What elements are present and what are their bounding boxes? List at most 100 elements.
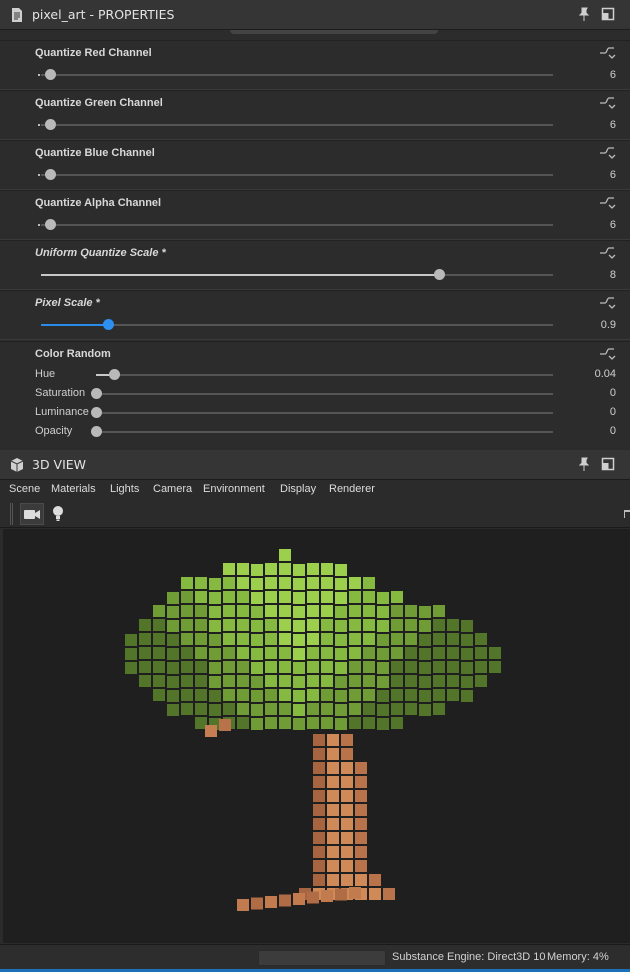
voxel-cube xyxy=(313,874,325,886)
param-slider[interactable] xyxy=(38,69,553,80)
voxel-cube xyxy=(363,717,375,729)
slider-handle[interactable] xyxy=(109,369,121,380)
voxel-cube xyxy=(327,818,339,830)
color-random-slider[interactable] xyxy=(91,388,553,399)
voxel-cube xyxy=(223,591,235,603)
menu-lights[interactable]: Lights xyxy=(110,483,139,495)
menu-scene[interactable]: Scene xyxy=(9,483,40,495)
voxel-cube xyxy=(377,676,389,688)
voxel-cube xyxy=(391,633,403,645)
pixel-art-tree-render xyxy=(125,549,501,911)
light-button[interactable] xyxy=(47,503,71,525)
slider-handle[interactable] xyxy=(45,169,56,180)
voxel-cube xyxy=(237,675,249,687)
voxel-cube xyxy=(307,605,319,617)
param-slider[interactable] xyxy=(38,119,553,130)
voxel-cube xyxy=(279,563,291,575)
voxel-cube xyxy=(237,619,249,631)
reset-icon[interactable] xyxy=(598,347,616,361)
voxel-cube xyxy=(167,634,179,646)
camera-button[interactable] xyxy=(20,503,44,525)
voxel-cube xyxy=(363,675,375,687)
voxel-cube xyxy=(237,689,249,701)
slider-handle[interactable] xyxy=(91,407,102,418)
color-random-row-value[interactable]: 0 xyxy=(610,406,616,418)
color-random-slider[interactable] xyxy=(96,369,553,380)
param-value[interactable]: 0.9 xyxy=(601,319,616,331)
color-random-slider[interactable] xyxy=(91,407,553,418)
color-random-row: Saturation 0 xyxy=(0,385,630,403)
slider-handle[interactable] xyxy=(45,219,56,230)
color-random-row-value[interactable]: 0 xyxy=(610,387,616,399)
toolbar-overflow[interactable] xyxy=(624,510,630,518)
voxel-cube xyxy=(327,748,339,760)
menu-renderer[interactable]: Renderer xyxy=(329,483,375,495)
param-slider[interactable] xyxy=(38,219,553,230)
voxel-cube xyxy=(461,634,473,646)
menu-camera[interactable]: Camera xyxy=(153,483,192,495)
slider-handle[interactable] xyxy=(433,269,445,280)
reset-icon[interactable] xyxy=(598,146,616,160)
voxel-cube xyxy=(355,762,367,774)
voxel-cube xyxy=(419,704,431,716)
slider-handle[interactable] xyxy=(45,69,56,80)
voxel-cube xyxy=(327,832,339,844)
reset-icon[interactable] xyxy=(598,46,616,60)
toolbar-grip[interactable] xyxy=(10,503,13,525)
maximize-icon[interactable] xyxy=(600,456,616,472)
reset-icon[interactable] xyxy=(598,196,616,210)
pin-icon[interactable] xyxy=(576,456,592,472)
color-random-row-value[interactable]: 0.04 xyxy=(595,368,616,380)
param-value[interactable]: 6 xyxy=(610,169,616,181)
voxel-cube xyxy=(209,592,221,604)
voxel-cube xyxy=(349,703,361,715)
voxel-cube xyxy=(223,675,235,687)
menu-environment[interactable]: Environment xyxy=(203,483,265,495)
param-row: Quantize Alpha Channel 6 xyxy=(0,190,630,240)
color-random-slider[interactable] xyxy=(91,426,553,437)
maximize-icon[interactable] xyxy=(600,6,616,22)
voxel-cube xyxy=(237,899,249,911)
voxel-cube xyxy=(313,832,325,844)
param-slider[interactable] xyxy=(38,169,553,180)
voxel-cube xyxy=(321,689,333,701)
voxel-cube xyxy=(475,661,487,673)
param-value[interactable]: 6 xyxy=(610,69,616,81)
menu-display[interactable]: Display xyxy=(280,483,316,495)
param-label: Quantize Green Channel xyxy=(35,97,163,109)
voxel-cube xyxy=(251,634,263,646)
voxel-cube xyxy=(335,676,347,688)
slider-fill xyxy=(41,274,439,276)
slider-handle[interactable] xyxy=(103,319,115,330)
slider-handle[interactable] xyxy=(91,426,102,437)
voxel-cube xyxy=(391,661,403,673)
voxel-cube xyxy=(461,690,473,702)
voxel-cube xyxy=(125,648,137,660)
param-value[interactable]: 6 xyxy=(610,119,616,131)
voxel-cube xyxy=(195,605,207,617)
voxel-cube xyxy=(391,647,403,659)
voxel-cube xyxy=(363,633,375,645)
voxel-cube xyxy=(313,762,325,774)
voxel-cube xyxy=(447,689,459,701)
param-slider[interactable] xyxy=(41,269,553,280)
reset-icon[interactable] xyxy=(598,96,616,110)
voxel-cube xyxy=(293,676,305,688)
voxel-cube xyxy=(391,675,403,687)
param-slider[interactable] xyxy=(41,319,553,330)
voxel-cube xyxy=(355,846,367,858)
menu-materials[interactable]: Materials xyxy=(51,483,96,495)
param-value[interactable]: 8 xyxy=(610,269,616,281)
slider-handle[interactable] xyxy=(45,119,56,130)
pin-icon[interactable] xyxy=(576,6,592,22)
3d-viewport[interactable] xyxy=(3,529,630,943)
voxel-cube xyxy=(321,619,333,631)
slider-handle[interactable] xyxy=(91,388,102,399)
scroll-handle[interactable] xyxy=(230,30,438,34)
param-value[interactable]: 6 xyxy=(610,219,616,231)
color-random-row-value[interactable]: 0 xyxy=(610,425,616,437)
voxel-cube xyxy=(209,620,221,632)
voxel-cube xyxy=(279,619,291,631)
reset-icon[interactable] xyxy=(598,246,616,260)
reset-icon[interactable] xyxy=(598,296,616,310)
